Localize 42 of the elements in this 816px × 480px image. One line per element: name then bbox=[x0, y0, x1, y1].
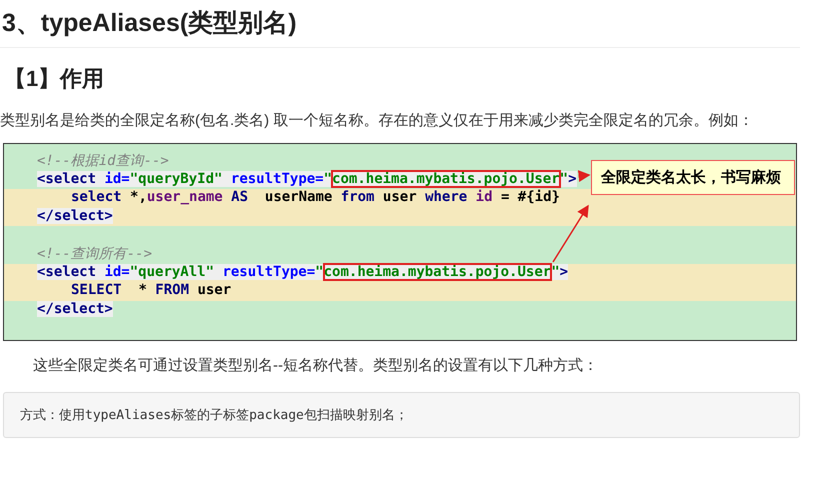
code-token: select bbox=[71, 189, 123, 206]
code-token: *, bbox=[130, 189, 147, 206]
code-token: </select> bbox=[37, 208, 113, 224]
callout-note: 全限定类名太长，书写麻烦 bbox=[591, 160, 795, 195]
code-token: FROM bbox=[155, 282, 190, 298]
class-name: com.heima.mybatis.pojo.User bbox=[332, 170, 560, 187]
code-token: resultType= bbox=[230, 170, 324, 187]
code-token: "queryById" bbox=[130, 170, 224, 187]
paragraph: 这些全限定类名可通过设置类型别名--短名称代替。类型别名的设置有以下几种方式： bbox=[32, 356, 599, 376]
code-token: id bbox=[476, 189, 494, 206]
code-token: <!--查询所有--> bbox=[37, 246, 152, 262]
code-token: <select bbox=[37, 264, 98, 280]
code-token: user bbox=[197, 282, 232, 298]
section-heading: 3、typeAliases(类型别名) bbox=[0, 0, 800, 48]
code-token: "queryAll" bbox=[130, 264, 216, 280]
code-token: resultType= bbox=[222, 264, 316, 280]
code-token: </select> bbox=[37, 300, 113, 317]
code-token: id= bbox=[104, 170, 130, 187]
code-token: AS bbox=[231, 189, 250, 206]
arrow bbox=[552, 204, 589, 262]
class-name: com.heima.mybatis.pojo.User bbox=[324, 264, 552, 280]
code-token: where bbox=[425, 189, 468, 206]
code-token: = #{id} bbox=[500, 189, 560, 206]
code-token: SELECT bbox=[71, 282, 123, 298]
code-token: <select bbox=[37, 170, 98, 187]
paragraph: 类型别名是给类的全限定名称(包名.类名) 取一个短名称。存在的意义仅在于用来减少类完全限定名的冗余。例如： bbox=[0, 111, 754, 131]
code-token: user_name bbox=[146, 189, 224, 206]
code-token: from bbox=[340, 189, 376, 206]
code-token: <!--根据id查询--> bbox=[37, 153, 169, 169]
code-token: " bbox=[315, 264, 324, 280]
code-token: " bbox=[324, 170, 332, 187]
subsection-heading: 【1】作用 bbox=[3, 65, 106, 93]
note-block: 方式：使用typeAliases标签的子标签package包扫描映射别名； bbox=[3, 392, 800, 438]
code-token: > bbox=[568, 170, 576, 187]
code-token: userName bbox=[264, 189, 334, 206]
code-token: * bbox=[138, 282, 148, 298]
code-token: > bbox=[560, 264, 568, 280]
code-token: id= bbox=[104, 264, 130, 280]
code-token: user bbox=[382, 189, 418, 206]
code-token: " bbox=[551, 264, 560, 280]
code-token: " bbox=[560, 170, 568, 187]
arrow bbox=[578, 170, 590, 182]
